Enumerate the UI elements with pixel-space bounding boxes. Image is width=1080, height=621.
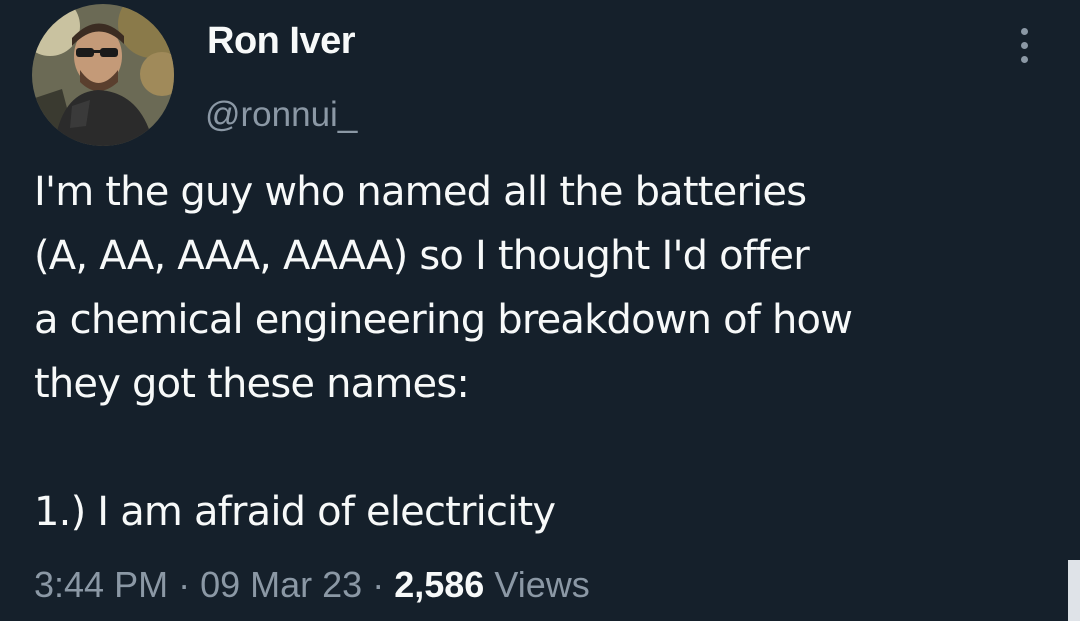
more-vertical-icon — [1021, 56, 1028, 63]
tweet-text-line: 1.) I am afraid of electricity — [34, 489, 556, 535]
tweet-text: I'm the guy who named all the batteries … — [34, 160, 1044, 544]
user-handle[interactable]: @ronnui_ — [205, 95, 357, 135]
tweet-text-line: (A, AA, AAA, AAAA) so I thought I'd offe… — [34, 233, 810, 279]
tweet-text-line: they got these names: — [34, 361, 470, 407]
more-options-button[interactable] — [1010, 26, 1040, 66]
avatar-photo — [32, 4, 174, 146]
avatar[interactable] — [32, 4, 174, 146]
tweet-text-line: I'm the guy who named all the batteries — [34, 169, 807, 215]
more-vertical-icon — [1021, 42, 1028, 49]
more-vertical-icon — [1021, 28, 1028, 35]
meta-separator: · — [178, 564, 191, 605]
scrollbar[interactable] — [1068, 560, 1080, 621]
display-name[interactable]: Ron Iver — [207, 20, 356, 63]
views-count[interactable]: 2,586 — [394, 564, 484, 605]
views-label: Views — [494, 564, 590, 605]
tweet: Ron Iver @ronnui_ I'm the guy who named … — [0, 0, 1080, 621]
tweet-time[interactable]: 3:44 PM — [34, 564, 168, 605]
tweet-meta: 3:44 PM · 09 Mar 23 · 2,586 Views — [34, 564, 590, 606]
meta-separator: · — [372, 564, 385, 605]
tweet-date[interactable]: 09 Mar 23 — [200, 564, 362, 605]
tweet-text-line: a chemical engineering breakdown of how — [34, 297, 853, 343]
